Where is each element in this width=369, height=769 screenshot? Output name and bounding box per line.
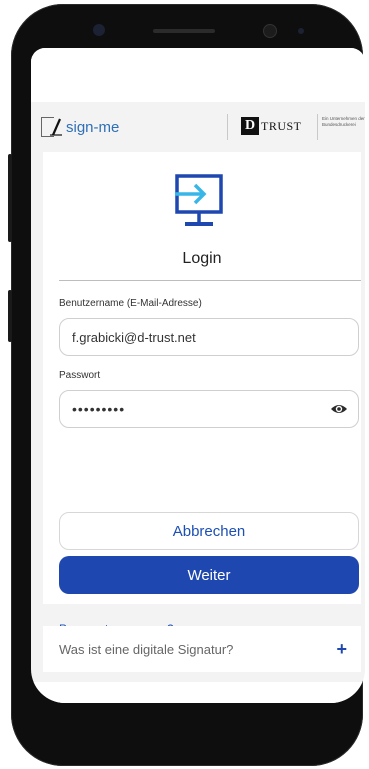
cancel-button[interactable]: Abbrechen [59, 512, 359, 550]
signme-pen-icon [50, 118, 62, 136]
login-screen-icon [175, 174, 223, 226]
dtrust-wordmark: TRUST [261, 118, 302, 133]
app-screen: sign-me D TRUST Ein Unternehmen der Bund… [31, 48, 365, 703]
faq-accordion[interactable]: Was ist eine digitale Signatur? + [43, 626, 361, 672]
username-field[interactable]: f.grabicki@d-trust.net [59, 318, 359, 356]
username-label: Benutzername (E-Mail-Adresse) [59, 298, 202, 309]
dtrust-logo: D TRUST [241, 117, 302, 135]
title-divider [59, 280, 361, 281]
password-label: Passwort [59, 370, 101, 381]
front-camera-icon [93, 24, 105, 36]
login-card: Login Benutzername (E-Mail-Adresse) f.gr… [43, 152, 361, 636]
page-title: Login [182, 250, 222, 267]
signme-logo: sign-me [41, 102, 119, 152]
faq-label: Was ist eine digitale Signatur? [59, 641, 234, 657]
sensor-icon [263, 24, 277, 38]
dtrust-mark: D [241, 117, 259, 135]
side-button-left-1 [8, 154, 12, 242]
username-value: f.grabicki@d-trust.net [72, 329, 196, 345]
brand-divider [227, 114, 228, 140]
password-value: ••••••••• [72, 401, 126, 417]
expand-plus-icon[interactable]: + [336, 639, 347, 660]
brand-header: sign-me D TRUST Ein Unternehmen der Bund… [31, 102, 365, 152]
phone-frame: sign-me D TRUST Ein Unternehmen der Bund… [8, 4, 365, 766]
password-field[interactable]: ••••••••• [59, 390, 359, 428]
bundesdruckerei-text: Ein Unternehmen der Bundesdruckerei [322, 116, 365, 127]
brand-divider-2 [317, 114, 318, 140]
speaker-grille [153, 29, 215, 33]
bottom-area [31, 682, 365, 703]
signme-wordmark: sign-me [66, 118, 120, 136]
show-password-icon[interactable] [330, 401, 348, 417]
continue-button[interactable]: Weiter [59, 556, 359, 594]
side-button-left-2 [8, 290, 12, 342]
status-area [31, 48, 365, 102]
sensor-dot-icon [298, 28, 304, 34]
